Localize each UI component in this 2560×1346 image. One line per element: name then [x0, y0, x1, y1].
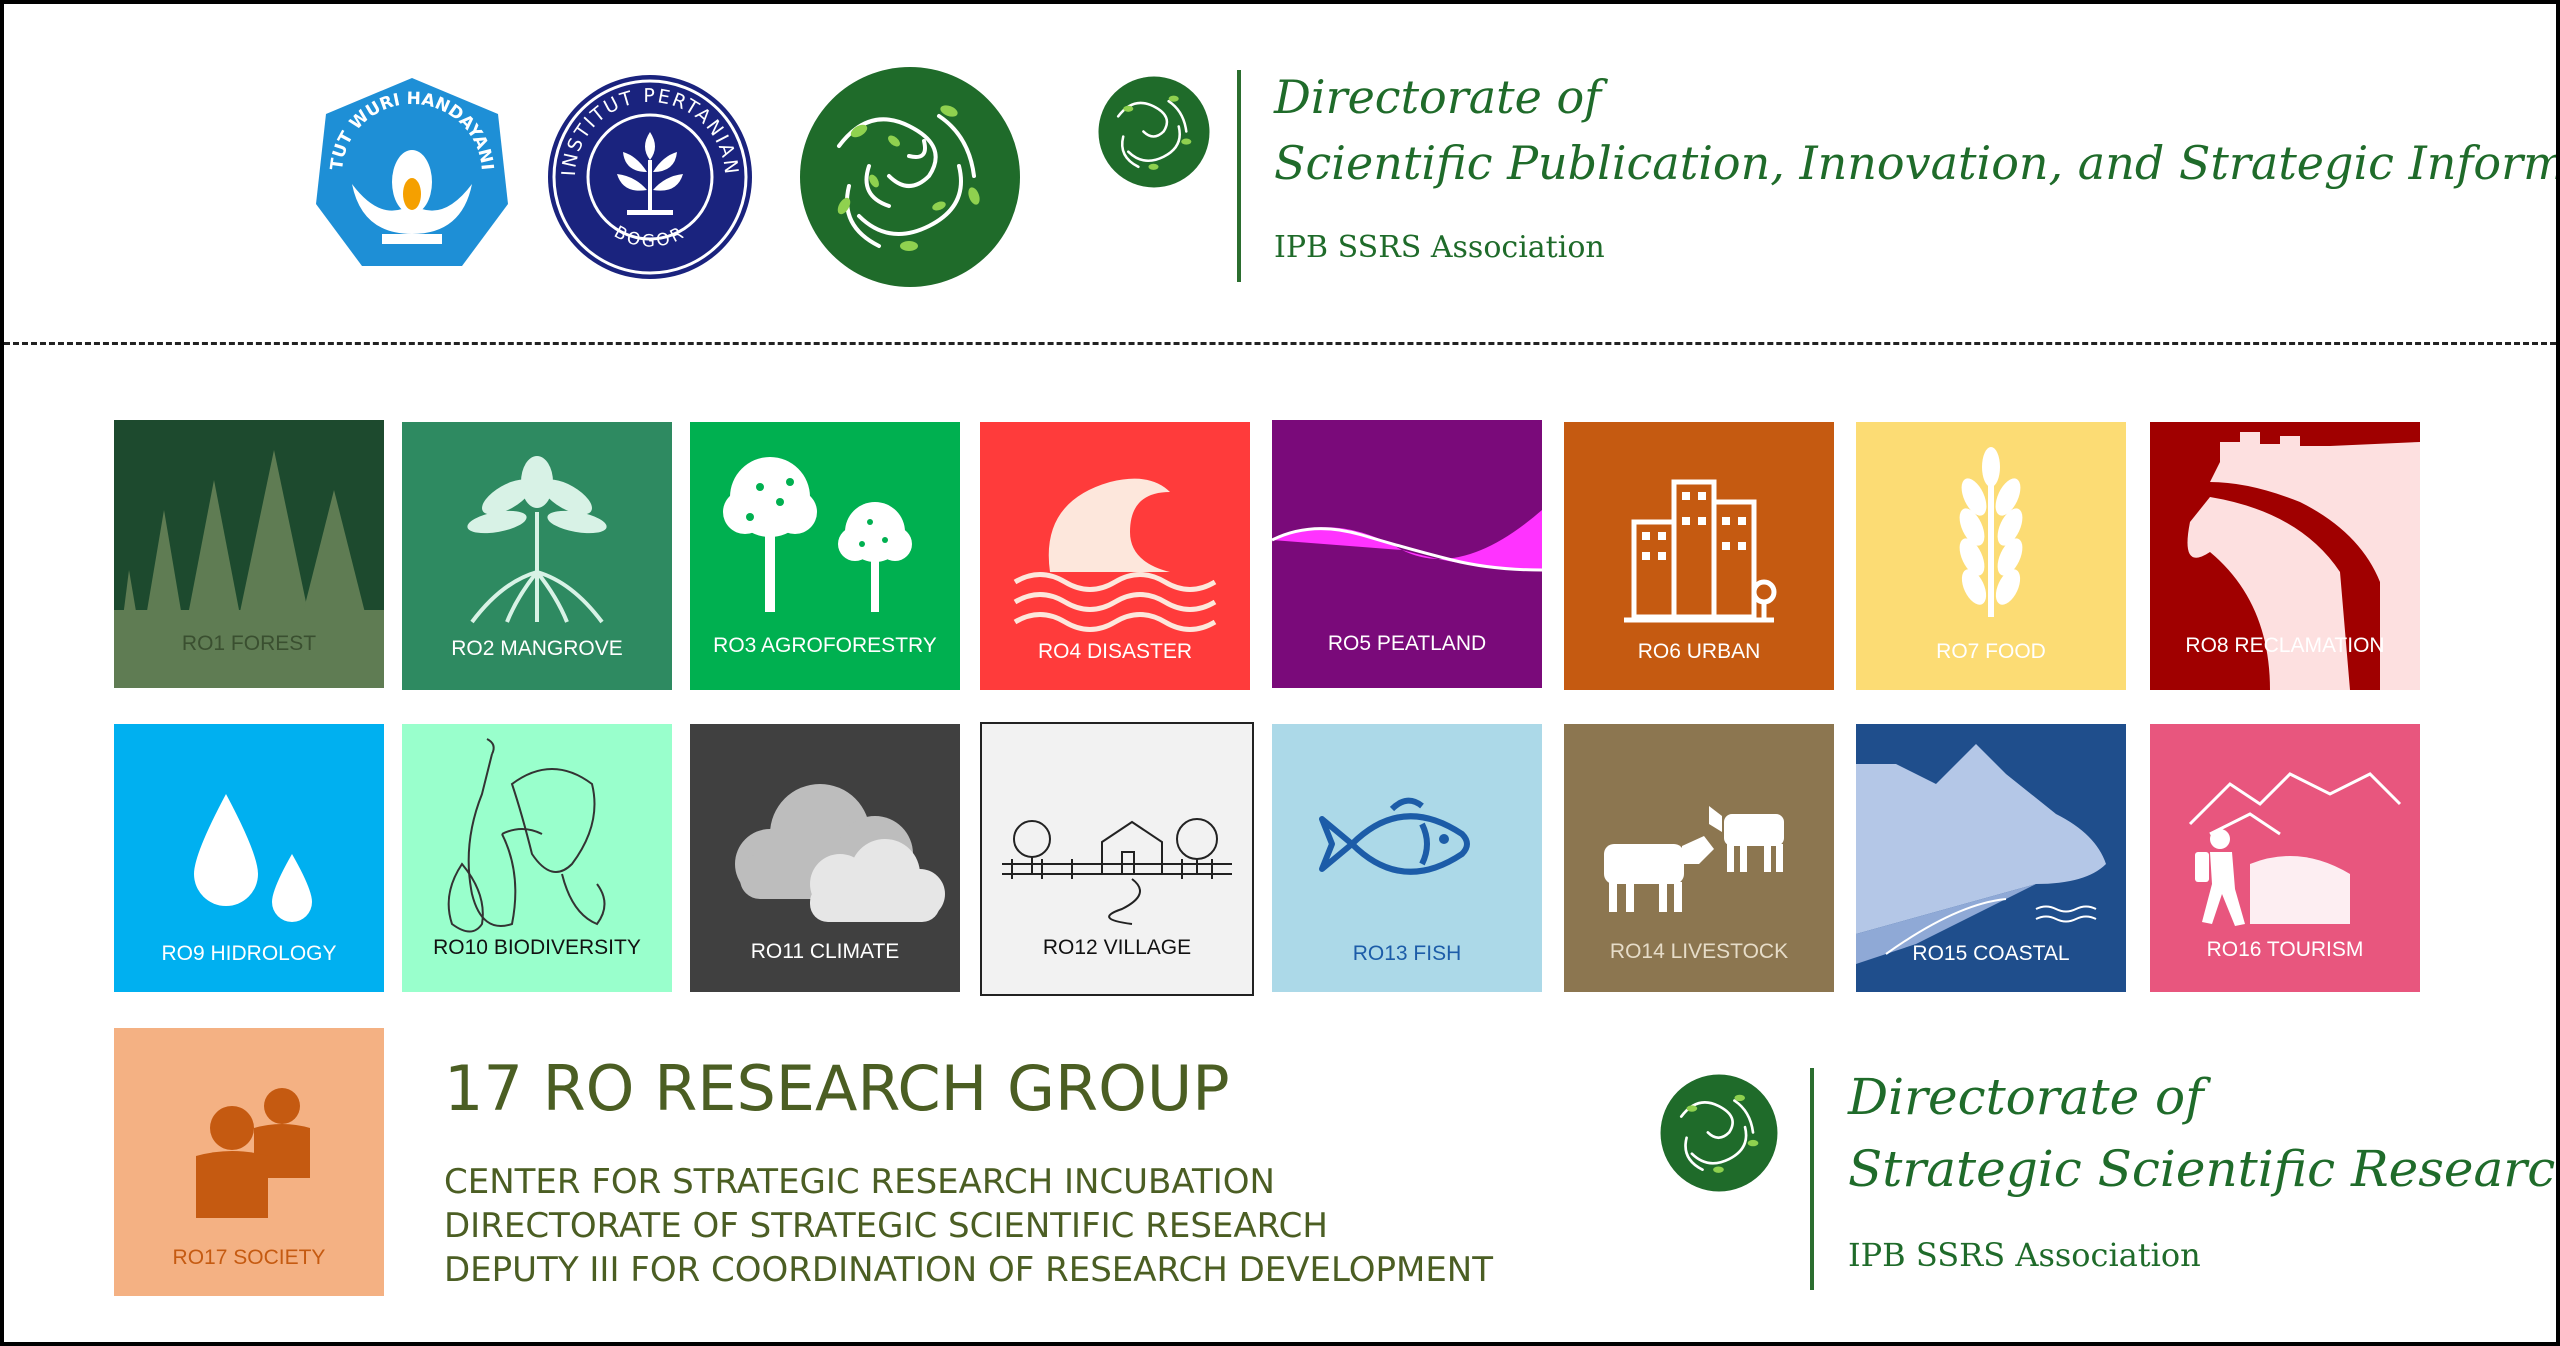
footer-line-1: CENTER FOR STRATEGIC RESEARCH INCUBATION [444, 1162, 1275, 1202]
tile-ro11-climate[interactable]: RO11 CLIMATE [690, 724, 960, 992]
tile-ro2-mangrove[interactable]: RO2 MANGROVE [402, 422, 672, 690]
tile-ro3-label: RO3 AGROFORESTRY [713, 634, 937, 657]
footer-line-2: DIRECTORATE OF STRATEGIC SCIENTIFIC RESE… [444, 1206, 1328, 1246]
tile-ro9-hidrology[interactable]: RO9 HIDROLOGY [114, 724, 384, 992]
tile-ro6-label: RO6 URBAN [1637, 640, 1761, 663]
footer-directorate-title-1: Directorate of [1848, 1068, 2204, 1126]
tile-ro12-label: RO12 VILLAGE [1042, 936, 1192, 959]
tile-ro14-label: RO14 LIVESTOCK [1609, 940, 1789, 963]
tile-ro14-livestock[interactable]: RO14 LIVESTOCK [1564, 724, 1834, 992]
tile-ro17-label: RO17 SOCIETY [172, 1246, 326, 1269]
tile-ro7-food[interactable]: RO7 FOOD [1856, 422, 2126, 690]
ssrs-logo [799, 66, 1021, 288]
tile-ro13-fish[interactable]: RO13 FISH [1272, 724, 1542, 992]
tile-ro11-label: RO11 CLIMATE [750, 940, 900, 963]
header-directorate-title-2: Scientific Publication, Innovation, and … [1274, 136, 2556, 190]
tile-ro12-village[interactable]: RO12 VILLAGE [980, 722, 1254, 996]
kemendikbud-logo: TUT WURI HANDAYANI [312, 74, 512, 274]
header-divider [1237, 70, 1241, 282]
tile-ro5-peatland[interactable]: RO5 PEATLAND [1272, 420, 1542, 688]
ssrs-small-logo [1098, 76, 1210, 188]
tile-ro15-coastal[interactable]: RO15 COASTAL [1856, 724, 2126, 992]
tile-ro16-tourism[interactable]: RO16 TOURISM [2150, 724, 2420, 992]
tile-ro16-label: RO16 TOURISM [2206, 938, 2364, 961]
tile-ro13-label: RO13 FISH [1352, 942, 1462, 965]
tile-ro17-society[interactable]: RO17 SOCIETY [114, 1028, 384, 1296]
tile-ro6-urban[interactable]: RO6 URBAN [1564, 422, 1834, 690]
tile-ro9-label: RO9 HIDROLOGY [161, 942, 337, 965]
ssrs-footer-logo [1660, 1074, 1778, 1192]
tile-ro8-reclamation[interactable]: RO8 RECLAMATION [2150, 422, 2420, 690]
ipb-logo: INSTITUT PERTANIAN BOGOR [545, 72, 755, 282]
tile-ro10-label: RO10 BIODIVERSITY [433, 936, 641, 959]
tile-ro8-label: RO8 RECLAMATION [2185, 634, 2385, 657]
header-directorate-title-1: Directorate of [1274, 70, 1602, 124]
tile-ro5-label: RO5 PEATLAND [1327, 632, 1487, 655]
tile-ro10-biodiversity[interactable]: RO10 BIODIVERSITY [402, 724, 672, 992]
header-directorate-sub: IPB SSRS Association [1274, 230, 1605, 265]
tile-ro1-forest[interactable]: RO1 FOREST [114, 420, 384, 688]
tile-ro15-label: RO15 COASTAL [1912, 942, 2070, 965]
separator-line [4, 342, 2556, 345]
tile-ro3-agroforestry[interactable]: RO3 AGROFORESTRY [690, 422, 960, 690]
footer-directorate-sub: IPB SSRS Association [1848, 1236, 2201, 1274]
tile-ro4-label: RO4 DISASTER [1037, 640, 1193, 663]
footer-title: 17 RO RESEARCH GROUP [444, 1052, 1230, 1125]
poster: TUT WURI HANDAYANI INSTITUT PERTANIAN BO… [4, 4, 2556, 1342]
footer-divider [1810, 1068, 1814, 1290]
tile-ro2-label: RO2 MANGROVE [451, 637, 623, 660]
footer-line-3: DEPUTY III FOR COORDINATION OF RESEARCH … [444, 1250, 1494, 1290]
footer-directorate-title-2: Strategic Scientific Research [1848, 1140, 2556, 1198]
tile-ro7-label: RO7 FOOD [1936, 640, 2046, 663]
tile-ro1-label: RO1 FOREST [181, 632, 317, 655]
tile-ro4-disaster[interactable]: RO4 DISASTER [980, 422, 1250, 690]
